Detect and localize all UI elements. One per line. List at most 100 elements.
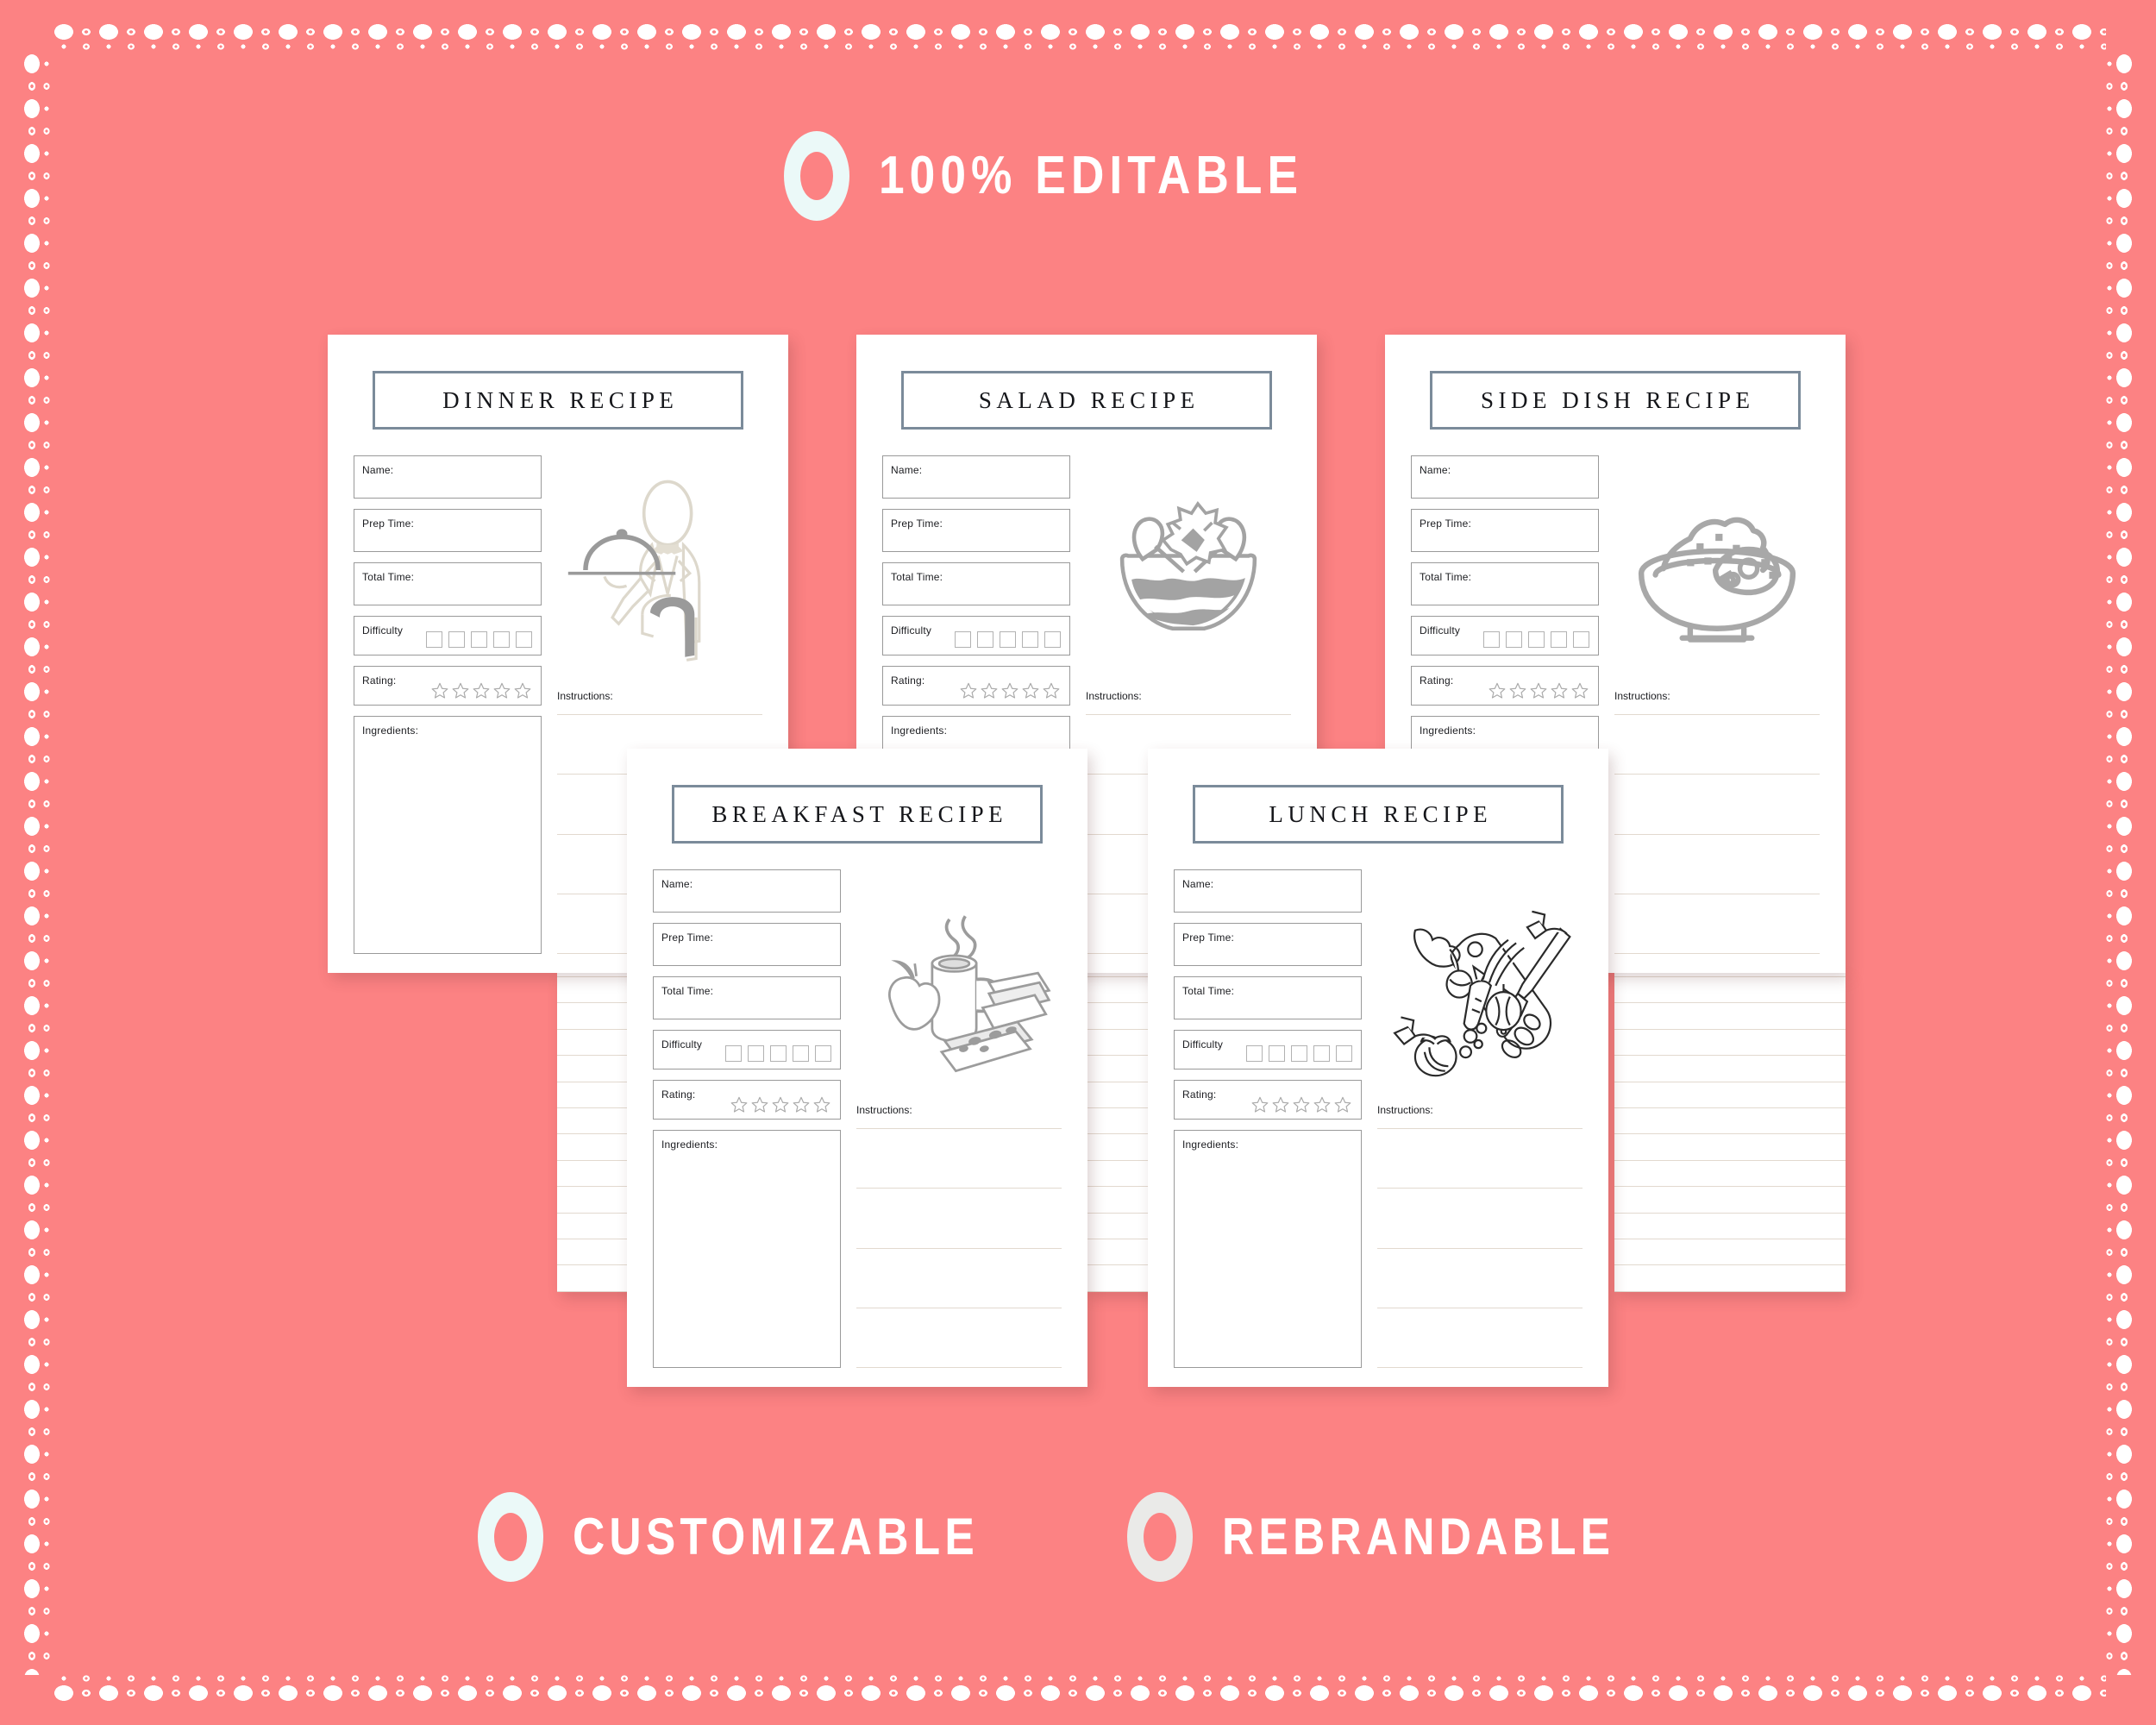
instruction-line[interactable] <box>557 714 762 715</box>
instruction-line[interactable] <box>1614 1133 1846 1135</box>
rating-star[interactable] <box>771 1095 790 1114</box>
difficulty-checkbox[interactable] <box>1336 1045 1352 1062</box>
instruction-line[interactable] <box>856 1128 1062 1129</box>
prep-time-field[interactable]: Prep Time: <box>653 923 841 966</box>
rating-stars[interactable] <box>1250 1095 1352 1114</box>
total-time-field[interactable]: Total Time: <box>354 562 542 605</box>
rating-star[interactable] <box>1333 1095 1352 1114</box>
instruction-line[interactable] <box>1614 1002 1846 1004</box>
difficulty-checkbox[interactable] <box>493 631 510 648</box>
instruction-line[interactable] <box>1614 714 1820 715</box>
prep-time-field[interactable]: Prep Time: <box>1411 509 1599 552</box>
difficulty-checkbox[interactable] <box>1483 631 1500 648</box>
prep-time-field[interactable]: Prep Time: <box>1174 923 1362 966</box>
difficulty-checkbox[interactable] <box>1022 631 1038 648</box>
rating-star[interactable] <box>730 1095 749 1114</box>
difficulty-checkbox[interactable] <box>448 631 465 648</box>
rating-star[interactable] <box>1488 681 1507 700</box>
instruction-line[interactable] <box>1614 1186 1846 1188</box>
prep-time-field[interactable]: Prep Time: <box>882 509 1070 552</box>
rating-star[interactable] <box>1550 681 1569 700</box>
instruction-line[interactable] <box>1614 833 1820 835</box>
instructions-lines[interactable] <box>1377 1128 1583 1368</box>
difficulty-checkbox[interactable] <box>1000 631 1016 648</box>
instruction-line[interactable] <box>1614 976 1846 977</box>
instruction-line[interactable] <box>1614 1290 1846 1292</box>
instruction-line[interactable] <box>1614 774 1820 775</box>
rating-star[interactable] <box>1313 1095 1332 1114</box>
difficulty-checkbox[interactable] <box>1528 631 1545 648</box>
difficulty-field[interactable]: Difficulty <box>354 616 542 656</box>
rating-stars[interactable] <box>1488 681 1589 700</box>
name-field[interactable]: Name: <box>653 869 841 913</box>
instruction-line[interactable] <box>1614 1055 1846 1057</box>
difficulty-checkbox[interactable] <box>815 1045 831 1062</box>
difficulty-checkbox[interactable] <box>955 631 971 648</box>
rating-star[interactable] <box>1508 681 1527 700</box>
difficulty-field[interactable]: Difficulty <box>1411 616 1599 656</box>
difficulty-checkbox[interactable] <box>793 1045 809 1062</box>
instruction-line[interactable] <box>1614 1028 1846 1030</box>
difficulty-checkbox[interactable] <box>1269 1045 1285 1062</box>
name-field[interactable]: Name: <box>354 455 542 499</box>
ingredients-field[interactable]: Ingredients: <box>653 1130 841 1368</box>
rating-star[interactable] <box>1250 1095 1269 1114</box>
rating-field[interactable]: Rating: <box>1174 1080 1362 1120</box>
rating-star[interactable] <box>812 1095 831 1114</box>
difficulty-checkboxes[interactable] <box>1483 631 1589 648</box>
ingredients-field[interactable]: Ingredients: <box>354 716 542 954</box>
difficulty-checkboxes[interactable] <box>1246 1045 1352 1062</box>
rating-field[interactable]: Rating: <box>354 666 542 706</box>
difficulty-checkbox[interactable] <box>1551 631 1567 648</box>
instruction-line[interactable] <box>1614 953 1820 954</box>
difficulty-field[interactable]: Difficulty <box>1174 1030 1362 1070</box>
total-time-field[interactable]: Total Time: <box>653 976 841 1019</box>
instruction-line[interactable] <box>1377 1128 1583 1129</box>
name-field[interactable]: Name: <box>1411 455 1599 499</box>
rating-star[interactable] <box>1292 1095 1311 1114</box>
rating-stars[interactable] <box>730 1095 831 1114</box>
rating-star[interactable] <box>1570 681 1589 700</box>
instruction-line[interactable] <box>1614 1212 1846 1214</box>
difficulty-checkbox[interactable] <box>1506 631 1522 648</box>
rating-star[interactable] <box>750 1095 769 1114</box>
total-time-field[interactable]: Total Time: <box>1174 976 1362 1019</box>
rating-field[interactable]: Rating: <box>1411 666 1599 706</box>
prep-time-field[interactable]: Prep Time: <box>354 509 542 552</box>
instructions-lines[interactable] <box>1614 714 1820 954</box>
rating-star[interactable] <box>1529 681 1548 700</box>
rating-stars[interactable] <box>430 681 532 700</box>
instruction-line[interactable] <box>1377 1367 1583 1368</box>
rating-star[interactable] <box>430 681 449 700</box>
difficulty-checkbox[interactable] <box>748 1045 764 1062</box>
name-field[interactable]: Name: <box>882 455 1070 499</box>
rating-field[interactable]: Rating: <box>882 666 1070 706</box>
difficulty-checkboxes[interactable] <box>955 631 1061 648</box>
difficulty-checkbox[interactable] <box>1291 1045 1307 1062</box>
name-field[interactable]: Name: <box>1174 869 1362 913</box>
rating-star[interactable] <box>792 1095 811 1114</box>
instruction-line[interactable] <box>1377 1188 1583 1189</box>
instruction-line[interactable] <box>1614 1159 1846 1161</box>
rating-star[interactable] <box>980 681 999 700</box>
difficulty-checkbox[interactable] <box>471 631 487 648</box>
rating-star[interactable] <box>1271 1095 1290 1114</box>
rating-star[interactable] <box>1021 681 1040 700</box>
recipe-card-breakfast[interactable]: BREAKFAST RECIPE Name: Prep Time: Total … <box>627 749 1087 1387</box>
rating-star[interactable] <box>1042 681 1061 700</box>
difficulty-checkbox[interactable] <box>1044 631 1061 648</box>
rating-star[interactable] <box>492 681 511 700</box>
difficulty-field[interactable]: Difficulty <box>882 616 1070 656</box>
difficulty-checkbox[interactable] <box>1573 631 1589 648</box>
rating-star[interactable] <box>959 681 978 700</box>
total-time-field[interactable]: Total Time: <box>1411 562 1599 605</box>
rating-star[interactable] <box>1000 681 1019 700</box>
instruction-line[interactable] <box>1086 714 1291 715</box>
difficulty-checkbox[interactable] <box>426 631 442 648</box>
recipe-card-lunch[interactable]: LUNCH RECIPE Name: Prep Time: Total Time… <box>1148 749 1608 1387</box>
difficulty-checkbox[interactable] <box>725 1045 742 1062</box>
instruction-line[interactable] <box>856 1247 1062 1249</box>
rating-star[interactable] <box>472 681 491 700</box>
difficulty-checkbox[interactable] <box>977 631 993 648</box>
difficulty-checkboxes[interactable] <box>725 1045 831 1062</box>
